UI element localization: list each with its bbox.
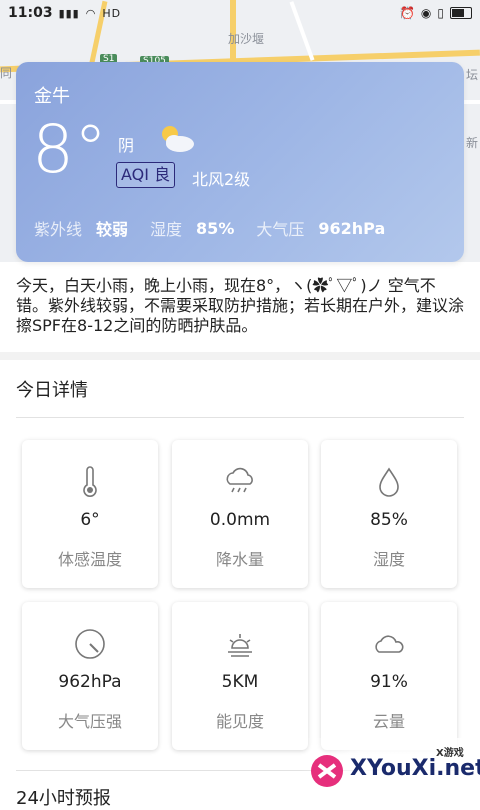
watermark-text: XYouXi.net — [350, 756, 480, 781]
signal-icon: ▮▮▮ — [58, 6, 80, 20]
tile-value: 85% — [370, 510, 408, 530]
map-label: 新 — [466, 136, 479, 150]
tile-value: 6° — [80, 510, 100, 530]
pressure-value: 962hPa — [318, 218, 386, 238]
section-underline — [16, 417, 464, 418]
status-time: 11:03 — [8, 5, 53, 21]
map-label: 同 — [0, 66, 13, 80]
location-icon: ◉ — [420, 6, 432, 20]
current-temperature: 8° — [32, 111, 107, 188]
partly-cloudy-icon — [162, 126, 194, 152]
humidity-value: 85% — [196, 218, 235, 238]
map-label: 加沙堰 — [228, 32, 265, 46]
weather-stats-row: 紫外线 较弱 湿度 85% 大气压 962hPa — [34, 216, 393, 240]
section-divider — [0, 352, 480, 360]
uv-label: 紫外线 — [34, 220, 83, 239]
wind-info: 北风2级 — [192, 170, 251, 189]
map-label: 坛 — [466, 68, 479, 82]
tile-label: 体感温度 — [57, 550, 122, 569]
hd-badge: HD — [102, 6, 122, 20]
today-details-title: 今日详情 — [16, 380, 88, 401]
alarm-icon: ⏰ — [399, 6, 415, 20]
vibrate-icon: ▯ — [437, 6, 444, 20]
detail-tile-humidity[interactable]: 85% 湿度 — [321, 440, 457, 588]
humidity-label: 湿度 — [150, 220, 183, 239]
tile-label: 能见度 — [215, 712, 264, 731]
aqi-badge[interactable]: AQI 良 — [116, 162, 176, 188]
detail-tile-visibility[interactable]: 5KM 能见度 — [172, 602, 308, 750]
tile-label: 降水量 — [215, 550, 264, 569]
detail-tile-pressure[interactable]: 962hPa 大气压强 — [22, 602, 158, 750]
weather-summary: 今天，白天小雨，晚上小雨，现在8°，ヽ(✿ﾟ▽ﾟ)ノ 空气不错。紫外线较弱，不需… — [16, 276, 465, 335]
tile-label: 云量 — [372, 712, 405, 731]
tile-value: 962hPa — [58, 672, 122, 692]
rain-cloud-icon — [226, 467, 253, 493]
detail-tile-cloud-cover[interactable]: 91% 云量 — [321, 602, 457, 750]
city-name[interactable]: 金牛 — [34, 82, 70, 108]
hourly-forecast-title: 24小时预报 — [16, 788, 111, 809]
status-right: ⏰ ◉ ▯ — [400, 6, 472, 20]
battery-icon — [450, 7, 472, 19]
tile-value: 0.0mm — [209, 510, 271, 530]
droplet-icon — [379, 467, 399, 497]
tile-value: 5KM — [221, 672, 259, 692]
gauge-icon — [75, 629, 105, 659]
tile-value: 91% — [370, 672, 408, 692]
cloud-icon — [375, 635, 404, 653]
current-weather-card[interactable]: 金牛 8° 阴 AQI 良 北风2级 紫外线 较弱 湿度 85% 大气压 962… — [16, 62, 464, 262]
watermark: X游戏 XYouXi.net — [300, 738, 480, 800]
wifi-icon: ◠ — [85, 6, 97, 20]
weather-condition: 阴 — [118, 136, 135, 155]
detail-tile-feels-like[interactable]: 6° 体感温度 — [22, 440, 158, 588]
pressure-label: 大气压 — [256, 220, 305, 239]
sunrise-icon — [228, 634, 252, 657]
detail-tile-precipitation[interactable]: 0.0mm 降水量 — [172, 440, 308, 588]
thermometer-icon — [83, 466, 97, 497]
xyouxi-logo-icon — [311, 755, 343, 787]
status-bar: 11:03 ▮▮▮ ◠ HD ⏰ ◉ ▯ — [0, 0, 480, 26]
uv-value: 较弱 — [96, 220, 129, 239]
tile-label: 大气压强 — [57, 712, 122, 731]
tile-label: 湿度 — [372, 550, 405, 569]
